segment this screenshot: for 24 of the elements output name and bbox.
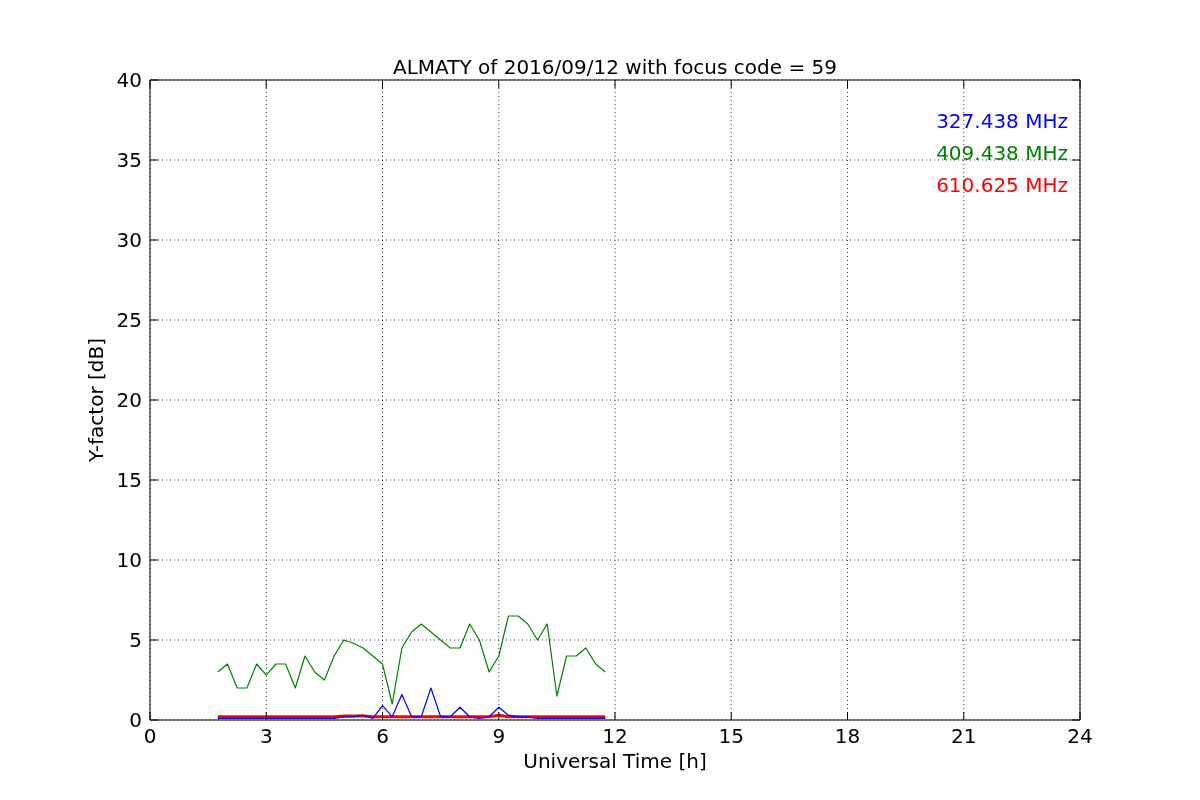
- chart-title: ALMATY of 2016/09/12 with focus code = 59: [393, 55, 837, 79]
- x-axis-label: Universal Time [h]: [523, 749, 707, 773]
- legend-label: 327.438 MHz: [936, 109, 1068, 133]
- y-tick-label: 5: [129, 628, 142, 652]
- y-tick-label: 15: [116, 468, 142, 492]
- x-tick-label: 0: [143, 724, 157, 748]
- y-tick-label: 0: [129, 708, 142, 732]
- x-tick-label: 12: [602, 724, 628, 748]
- x-tick-label: 9: [492, 724, 506, 748]
- y-axis-label: Y-factor [dB]: [84, 338, 108, 462]
- y-tick-label: 10: [116, 548, 142, 572]
- x-tick-label: 3: [259, 724, 273, 748]
- x-tick-label: 24: [1067, 724, 1093, 748]
- x-tick-label: 6: [376, 724, 389, 748]
- y-tick-label: 25: [116, 308, 142, 332]
- legend-label: 610.625 MHz: [936, 173, 1068, 197]
- y-tick-label: 35: [116, 148, 142, 172]
- y-tick-label: 40: [116, 68, 142, 92]
- x-tick-label: 21: [951, 724, 977, 748]
- legend-label: 409.438 MHz: [936, 141, 1068, 165]
- x-tick-label: 15: [718, 724, 744, 748]
- y-tick-label: 20: [116, 388, 142, 412]
- y-tick-label: 30: [116, 228, 142, 252]
- x-tick-label: 18: [834, 724, 861, 748]
